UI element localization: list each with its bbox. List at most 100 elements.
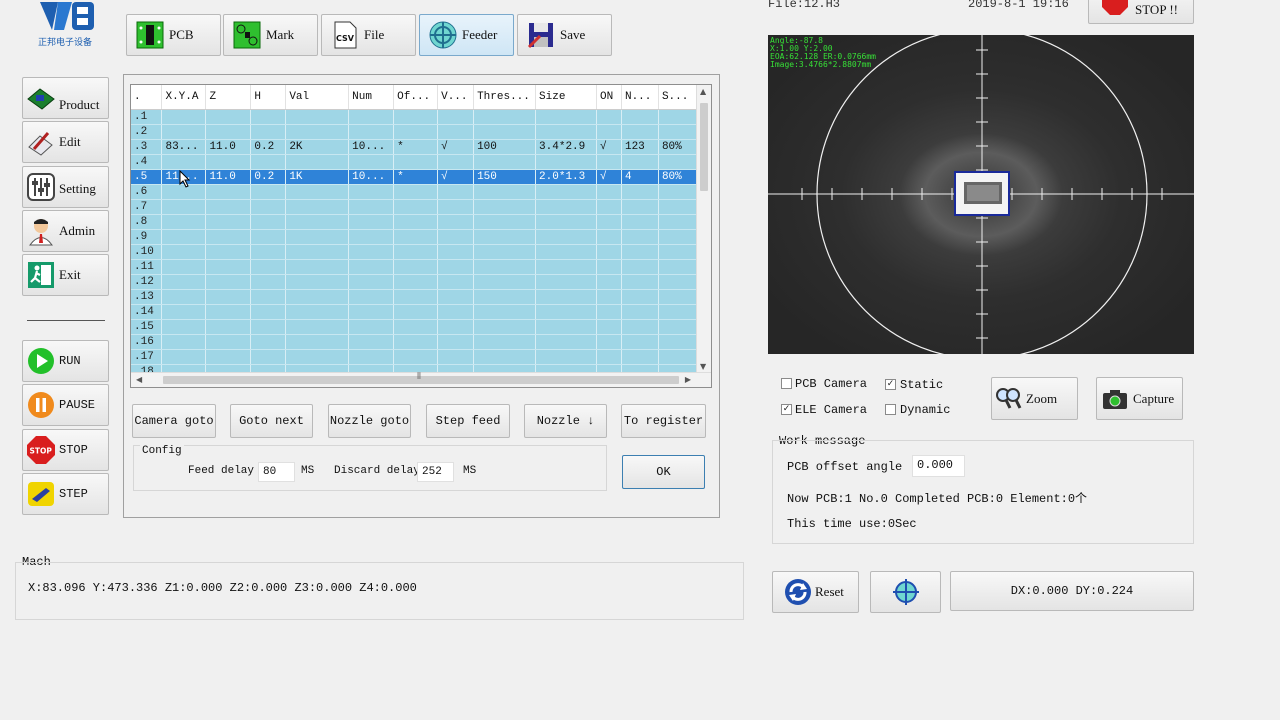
- table-cell[interactable]: [473, 124, 537, 140]
- step-button[interactable]: STEP: [22, 473, 109, 515]
- table-cell[interactable]: √: [437, 139, 475, 155]
- table-cell[interactable]: [285, 319, 350, 335]
- table-cell[interactable]: [161, 244, 207, 260]
- table-cell[interactable]: [621, 244, 659, 260]
- pcb-offset-input[interactable]: 0.000: [912, 455, 965, 477]
- table-cell[interactable]: [535, 244, 597, 260]
- table-cell[interactable]: [535, 154, 597, 170]
- to-register-button[interactable]: To register: [621, 404, 706, 438]
- table-cell[interactable]: [596, 274, 622, 290]
- table-cell[interactable]: [285, 154, 350, 170]
- table-horizontal-scrollbar[interactable]: ◀ ⦀ ▶: [131, 372, 711, 387]
- table-row[interactable]: .6: [131, 184, 698, 200]
- table-cell[interactable]: [285, 109, 350, 125]
- table-header-cell[interactable]: ON: [596, 85, 622, 110]
- table-cell[interactable]: [285, 184, 350, 200]
- table-cell[interactable]: [473, 349, 537, 365]
- table-cell[interactable]: [535, 184, 597, 200]
- table-row[interactable]: .8: [131, 214, 698, 230]
- pcb-camera-checkbox[interactable]: [781, 378, 792, 389]
- table-cell[interactable]: [161, 124, 207, 140]
- table-row[interactable]: .14: [131, 304, 698, 320]
- table-cell[interactable]: [473, 259, 537, 275]
- table-cell[interactable]: [621, 154, 659, 170]
- table-cell[interactable]: [621, 259, 659, 275]
- table-cell[interactable]: [596, 199, 622, 215]
- table-cell[interactable]: [658, 154, 698, 170]
- table-cell[interactable]: [473, 214, 537, 230]
- table-cell[interactable]: [161, 304, 207, 320]
- table-cell[interactable]: [437, 349, 475, 365]
- table-cell[interactable]: [621, 304, 659, 320]
- table-cell[interactable]: [437, 184, 475, 200]
- table-cell[interactable]: [437, 304, 475, 320]
- table-cell[interactable]: [621, 349, 659, 365]
- sidebar-edit-button[interactable]: Edit: [22, 121, 109, 163]
- table-cell[interactable]: [473, 274, 537, 290]
- table-cell[interactable]: [348, 304, 395, 320]
- table-cell[interactable]: [596, 214, 622, 230]
- table-row[interactable]: .10: [131, 244, 698, 260]
- table-cell[interactable]: [437, 274, 475, 290]
- table-cell[interactable]: [658, 109, 698, 125]
- table-cell[interactable]: [658, 229, 698, 245]
- table-row[interactable]: .1: [131, 109, 698, 125]
- table-cell[interactable]: [535, 199, 597, 215]
- table-cell[interactable]: [437, 154, 475, 170]
- table-cell[interactable]: 100: [473, 139, 537, 155]
- table-cell[interactable]: [621, 229, 659, 245]
- table-cell[interactable]: [348, 154, 395, 170]
- row-index-cell[interactable]: .10: [131, 244, 163, 260]
- nozzle-down-button[interactable]: Nozzle ↓: [524, 404, 607, 438]
- table-cell[interactable]: [205, 154, 252, 170]
- table-cell[interactable]: [535, 229, 597, 245]
- table-cell[interactable]: [161, 109, 207, 125]
- table-cell[interactable]: [161, 199, 207, 215]
- table-cell[interactable]: [161, 154, 207, 170]
- table-cell[interactable]: [205, 124, 252, 140]
- table-cell[interactable]: [658, 319, 698, 335]
- row-index-cell[interactable]: .13: [131, 289, 163, 305]
- table-cell[interactable]: [473, 154, 537, 170]
- table-cell[interactable]: [596, 154, 622, 170]
- table-header-cell[interactable]: V...: [437, 85, 475, 110]
- vertical-scroll-thumb[interactable]: [700, 103, 708, 191]
- table-cell[interactable]: 11.0: [205, 169, 252, 185]
- dynamic-checkbox[interactable]: [885, 404, 896, 415]
- table-cell[interactable]: [393, 244, 439, 260]
- feed-delay-input[interactable]: 80: [258, 462, 295, 482]
- table-cell[interactable]: [535, 274, 597, 290]
- table-cell[interactable]: [621, 109, 659, 125]
- row-index-cell[interactable]: .6: [131, 184, 163, 200]
- run-button[interactable]: RUN: [22, 340, 109, 382]
- table-cell[interactable]: [348, 229, 395, 245]
- table-cell[interactable]: [658, 214, 698, 230]
- table-cell[interactable]: 0.2: [250, 139, 287, 155]
- table-row[interactable]: .11: [131, 259, 698, 275]
- table-cell[interactable]: [437, 229, 475, 245]
- row-index-cell[interactable]: .8: [131, 214, 163, 230]
- table-cell[interactable]: 80%: [658, 139, 698, 155]
- table-cell[interactable]: [285, 124, 350, 140]
- table-cell[interactable]: [348, 274, 395, 290]
- table-cell[interactable]: [658, 259, 698, 275]
- table-cell[interactable]: [348, 184, 395, 200]
- table-cell[interactable]: [393, 214, 439, 230]
- table-cell[interactable]: [473, 334, 537, 350]
- table-cell[interactable]: [250, 229, 287, 245]
- capture-button[interactable]: Capture: [1096, 377, 1183, 420]
- table-cell[interactable]: [285, 334, 350, 350]
- row-index-cell[interactable]: .16: [131, 334, 163, 350]
- table-cell[interactable]: [250, 124, 287, 140]
- table-cell[interactable]: [393, 259, 439, 275]
- scroll-right-arrow-icon[interactable]: ▶: [685, 375, 691, 384]
- discard-delay-input[interactable]: 252: [417, 462, 454, 482]
- static-checkbox[interactable]: ✓: [885, 379, 896, 390]
- table-cell[interactable]: [205, 334, 252, 350]
- table-cell[interactable]: [473, 109, 537, 125]
- table-cell[interactable]: [535, 304, 597, 320]
- center-target-button[interactable]: [870, 571, 941, 613]
- table-cell[interactable]: [596, 289, 622, 305]
- feeder-button[interactable]: Feeder: [419, 14, 514, 56]
- table-row[interactable]: .4: [131, 154, 698, 170]
